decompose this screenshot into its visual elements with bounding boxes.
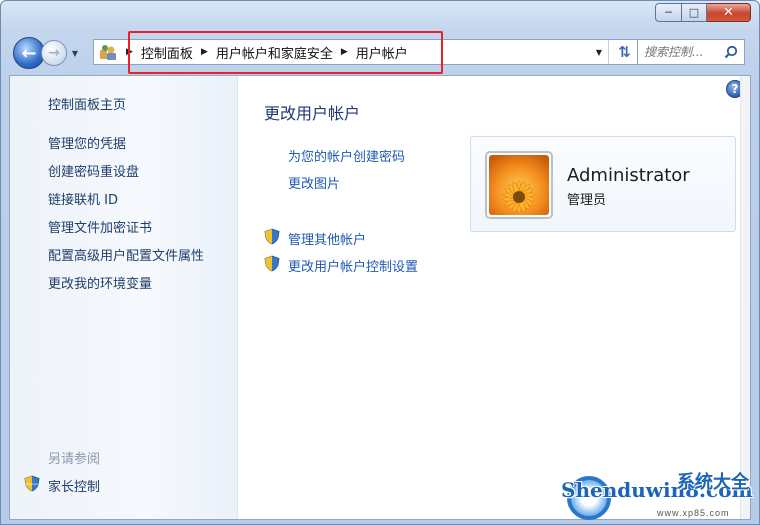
user-account-card: Administrator 管理员 — [470, 136, 736, 232]
sidebar-link-encryption-cert[interactable]: 管理文件加密证书 — [48, 217, 152, 236]
close-icon: ✕ — [723, 5, 734, 20]
change-picture-link[interactable]: 更改图片 — [288, 173, 340, 192]
sidebar-link-reset-disk[interactable]: 创建密码重设盘 — [48, 161, 139, 180]
content-pane: 控制面板主页 管理您的凭据 创建密码重设盘 链接联机 ID 管理文件加密证书 配… — [9, 75, 751, 520]
watermark-cn: 系统大全 — [677, 472, 749, 493]
forward-button[interactable]: → — [41, 40, 67, 66]
back-arrow-icon: ← — [21, 42, 37, 64]
create-password-link[interactable]: 为您的帐户创建密码 — [288, 146, 405, 165]
close-button[interactable]: ✕ — [707, 3, 751, 22]
refresh-icon: ⇅ — [618, 43, 631, 61]
refresh-button[interactable]: ⇅ — [608, 40, 640, 64]
control-panel-window: ─ □ ✕ ← → ▼ ▶ 控制面板 ▶ 用户帐户和家庭安全 ▶ 用户帐户 ▼ … — [0, 0, 760, 525]
forward-arrow-icon: → — [48, 45, 60, 61]
sidebar-link-online-id[interactable]: 链接联机 ID — [48, 189, 118, 208]
uac-settings-link[interactable]: 更改用户帐户控制设置 — [288, 256, 418, 275]
control-panel-icon — [98, 42, 118, 62]
scrollbar[interactable] — [740, 76, 750, 519]
sidebar-link-env-variables[interactable]: 更改我的环境变量 — [48, 273, 152, 292]
uac-shield-icon — [264, 228, 280, 245]
maximize-icon: □ — [688, 6, 700, 19]
caption-buttons: ─ □ ✕ — [655, 3, 751, 22]
search-icon[interactable] — [722, 43, 740, 61]
uac-shield-icon — [24, 475, 40, 492]
watermark: Shenduwin8.com 系统大全 www.xp85.com — [559, 472, 759, 524]
page-title: 更改用户帐户 — [264, 104, 361, 123]
user-name: Administrator — [567, 165, 690, 186]
watermark-url: www.xp85.com — [657, 508, 730, 518]
task-sidebar: 控制面板主页 管理您的凭据 创建密码重设盘 链接联机 ID 管理文件加密证书 配… — [10, 76, 238, 519]
recent-pages-button[interactable]: ▼ — [69, 49, 81, 58]
avatar[interactable] — [485, 151, 553, 219]
chevron-down-icon: ▼ — [71, 48, 79, 58]
help-icon: ? — [731, 82, 739, 96]
sidebar-link-parental-controls[interactable]: 家长控制 — [48, 476, 100, 495]
sidebar-link-credentials[interactable]: 管理您的凭据 — [48, 133, 126, 152]
minimize-icon: ─ — [665, 6, 672, 19]
see-also-heading: 另请参阅 — [48, 452, 101, 467]
search-box[interactable] — [637, 39, 745, 65]
sidebar-link-profile-properties[interactable]: 配置高级用户配置文件属性 — [48, 245, 204, 264]
breadcrumb-highlight-box — [128, 31, 443, 74]
flower-picture-icon — [489, 155, 549, 215]
maximize-button[interactable]: □ — [682, 3, 707, 22]
sidebar-link-home[interactable]: 控制面板主页 — [48, 94, 126, 113]
address-dropdown-icon[interactable]: ▼ — [596, 48, 602, 57]
minimize-button[interactable]: ─ — [655, 3, 682, 22]
manage-other-accounts-link[interactable]: 管理其他帐户 — [288, 229, 366, 248]
user-role: 管理员 — [567, 193, 607, 208]
search-input[interactable] — [644, 45, 722, 59]
uac-shield-icon — [264, 255, 280, 272]
